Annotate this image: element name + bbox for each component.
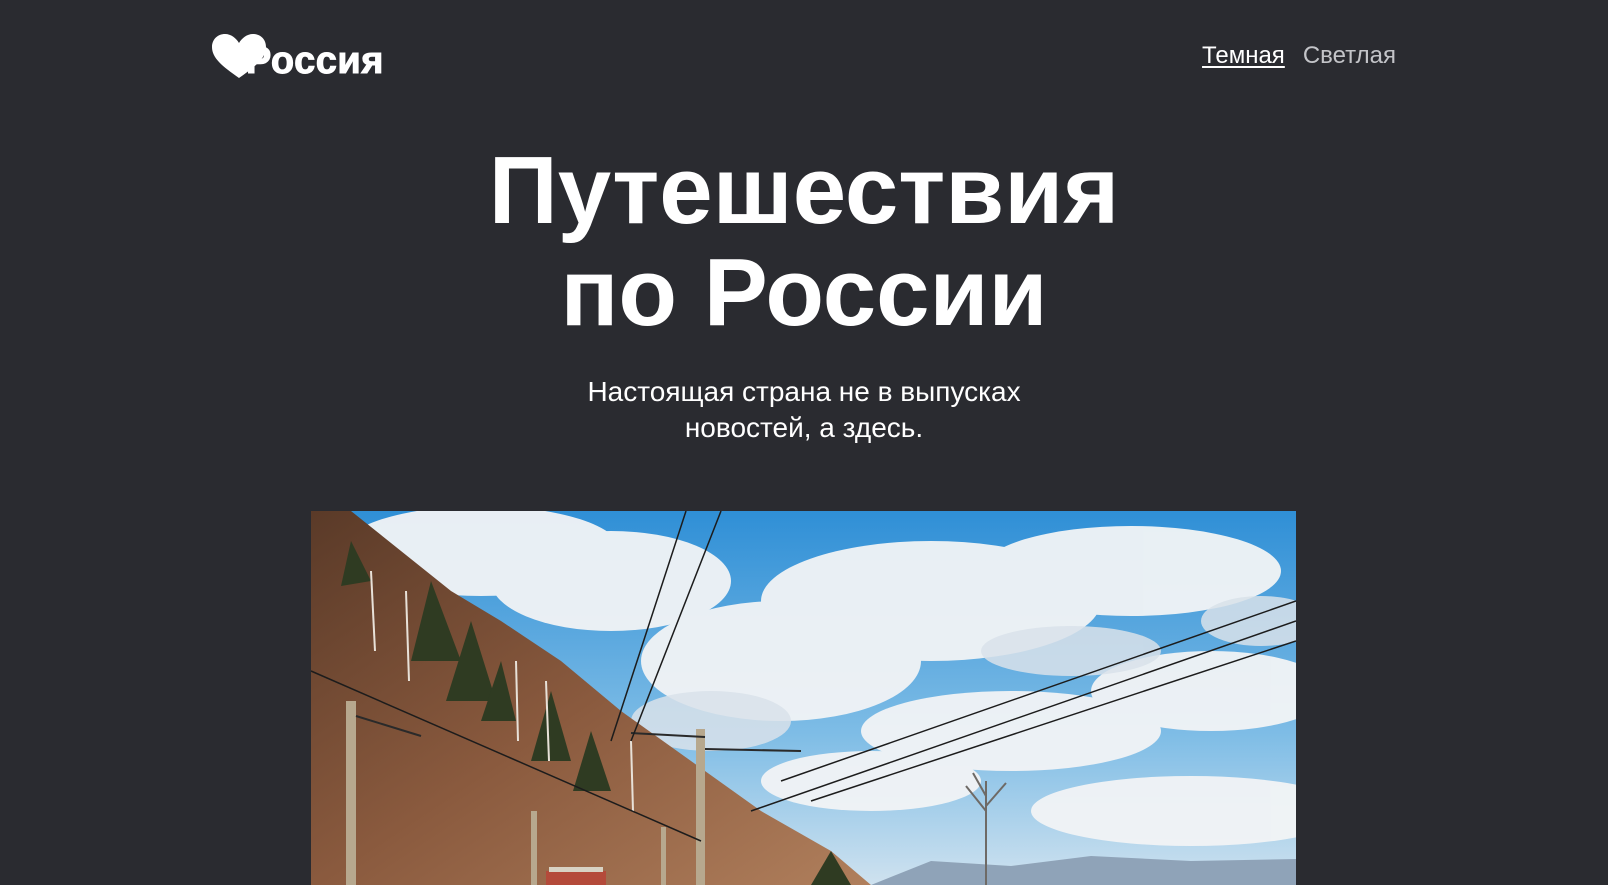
logo-text: Россия (246, 40, 384, 82)
theme-light-link[interactable]: Светлая (1303, 42, 1396, 70)
page-title: Путешествия по России (0, 140, 1608, 344)
theme-dark-link[interactable]: Темная (1202, 42, 1285, 70)
page-subtitle-line-1: Настоящая страна не в выпусках (587, 376, 1021, 407)
page-title-line-1: Путешествия (488, 137, 1120, 244)
page-title-line-2: по России (560, 239, 1048, 346)
theme-switch: Темная Светлая (1202, 42, 1396, 70)
page: Россия Темная Светлая Путешествия по Рос… (0, 0, 1608, 885)
hero-photo-railway (311, 511, 1296, 885)
logo[interactable]: Россия (210, 34, 384, 82)
page-subtitle: Настоящая страна не в выпусках новостей,… (0, 374, 1608, 446)
site-header: Россия Темная Светлая (210, 34, 1396, 84)
page-subtitle-line-2: новостей, а здесь. (684, 412, 924, 443)
